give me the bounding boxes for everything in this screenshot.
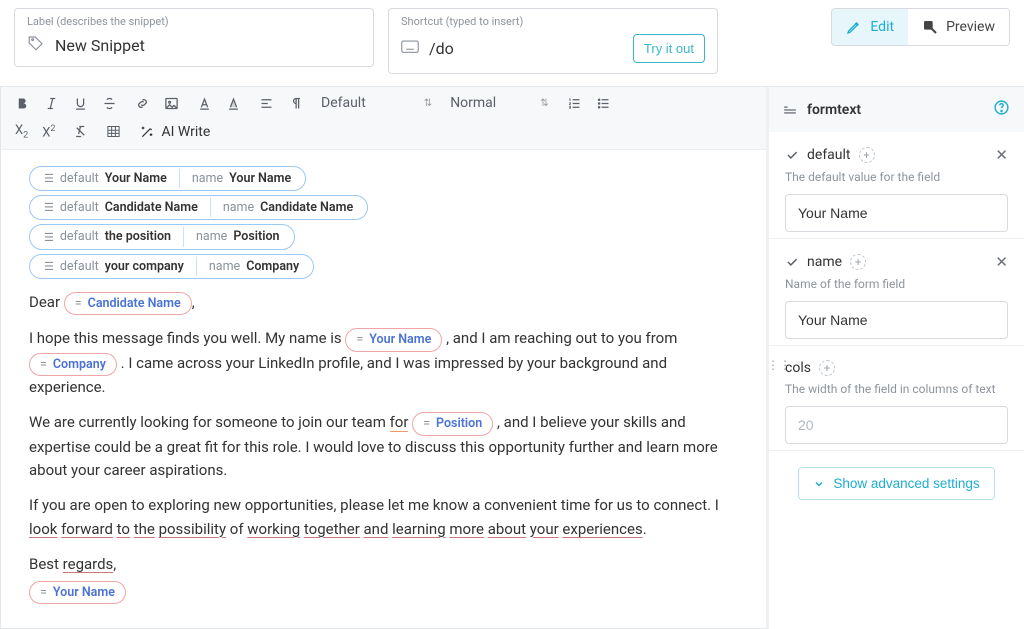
subscript-button[interactable]: X2 xyxy=(15,123,28,141)
bold-button[interactable] xyxy=(15,96,30,111)
form-icon xyxy=(783,104,797,116)
edit-label: Edit xyxy=(870,19,894,35)
field-name: name xyxy=(807,254,842,270)
check-icon xyxy=(785,255,799,269)
text: for xyxy=(390,413,409,432)
ref-position[interactable]: =Position xyxy=(412,412,493,435)
magnifier-icon xyxy=(922,19,938,35)
italic-button[interactable] xyxy=(44,96,59,111)
edit-tab[interactable]: Edit xyxy=(832,9,908,45)
clear-format-button[interactable] xyxy=(73,124,88,139)
ai-write-button[interactable]: AI Write xyxy=(139,124,210,140)
formtext-pill[interactable]: ☰default Candidate Namename Candidate Na… xyxy=(29,195,368,220)
sidebar-title: formtext xyxy=(807,102,861,118)
text: , and I am reaching out to you from xyxy=(446,329,677,347)
align-button[interactable] xyxy=(259,96,274,111)
shortcut-caption: Shortcut (typed to insert) xyxy=(401,15,705,28)
help-icon[interactable] xyxy=(993,99,1010,120)
table-button[interactable] xyxy=(106,124,121,139)
check-icon xyxy=(785,148,799,162)
field-name: default xyxy=(807,147,851,163)
paragraph-button[interactable] xyxy=(288,96,303,111)
resize-grip-icon[interactable]: ⋮⋮ xyxy=(767,358,791,372)
add-icon[interactable]: + xyxy=(859,147,875,163)
wand-icon xyxy=(139,124,155,140)
cols-input[interactable] xyxy=(785,406,1008,444)
preview-label: Preview xyxy=(946,19,995,35)
text: . I came across your LinkedIn profile, a… xyxy=(29,354,667,396)
snippet-shortcut-field[interactable]: Shortcut (typed to insert) /do Try it ou… xyxy=(388,8,718,74)
editor-body[interactable]: ☰default Your Namename Your Name ☰default… xyxy=(1,150,766,621)
link-button[interactable] xyxy=(135,96,150,111)
add-icon[interactable]: + xyxy=(850,254,866,270)
superscript-button[interactable]: X2 xyxy=(42,124,55,140)
name-input[interactable] xyxy=(785,301,1008,339)
svg-text:3: 3 xyxy=(568,105,570,109)
bullet-list-button[interactable] xyxy=(596,96,611,111)
ref-company[interactable]: =Company xyxy=(29,353,117,376)
text: Dear xyxy=(29,293,64,311)
show-advanced-button[interactable]: Show advanced settings xyxy=(798,467,994,500)
chevron-updown-icon: ⇅ xyxy=(540,98,548,109)
ordered-list-button[interactable]: 123 xyxy=(567,96,582,111)
underline-button[interactable] xyxy=(73,96,88,111)
ref-your-name-sig[interactable]: =Your Name xyxy=(29,581,126,604)
try-it-out-button[interactable]: Try it out xyxy=(633,34,705,63)
text: We are currently looking for someone to … xyxy=(29,413,390,431)
clear-field-button[interactable]: ✕ xyxy=(995,146,1008,164)
ref-candidate-name[interactable]: =Candidate Name xyxy=(64,292,192,315)
image-button[interactable] xyxy=(164,96,179,111)
field-desc: Name of the form field xyxy=(785,277,1008,291)
label-caption: Label (describes the snippet) xyxy=(27,15,361,28)
formtext-pill[interactable]: ☰default the positionname Position xyxy=(29,224,295,249)
font-select[interactable]: Default⇅ xyxy=(321,95,432,111)
label-value: New Snippet xyxy=(55,36,145,55)
pencil-icon xyxy=(846,19,862,35)
preview-tab[interactable]: Preview xyxy=(908,9,1009,45)
size-select[interactable]: Normal⇅ xyxy=(450,95,548,111)
text: If you are open to exploring new opportu… xyxy=(29,496,719,514)
ref-your-name[interactable]: =Your Name xyxy=(345,328,442,351)
editor-toolbar: Default⇅ Normal⇅ 123 X2 X2 xyxy=(1,87,766,150)
highlight-button[interactable] xyxy=(226,96,241,111)
default-input[interactable] xyxy=(785,194,1008,232)
chevron-down-icon xyxy=(813,478,825,490)
snippet-label-field[interactable]: Label (describes the snippet) New Snippe… xyxy=(14,8,374,67)
shortcut-value: /do xyxy=(429,39,454,58)
add-icon[interactable]: + xyxy=(819,360,835,376)
tag-icon xyxy=(27,34,45,56)
strike-button[interactable] xyxy=(102,96,117,111)
formtext-pill[interactable]: ☰default Your Namename Your Name xyxy=(29,166,306,191)
formtext-pill[interactable]: ☰default your companyname Company xyxy=(29,254,314,279)
properties-sidebar: ⋮⋮ formtext default + ✕ The default value f… xyxy=(766,87,1024,629)
text: Best xyxy=(29,555,63,573)
text: I hope this message finds you well. My n… xyxy=(29,329,345,347)
text-color-button[interactable] xyxy=(197,96,212,111)
keyboard-icon xyxy=(401,40,419,58)
clear-field-button[interactable]: ✕ xyxy=(995,253,1008,271)
view-toggle: Edit Preview xyxy=(831,8,1010,46)
field-desc: The width of the field in columns of tex… xyxy=(785,382,1008,396)
field-desc: The default value for the field xyxy=(785,170,1008,184)
chevron-updown-icon: ⇅ xyxy=(424,98,432,109)
